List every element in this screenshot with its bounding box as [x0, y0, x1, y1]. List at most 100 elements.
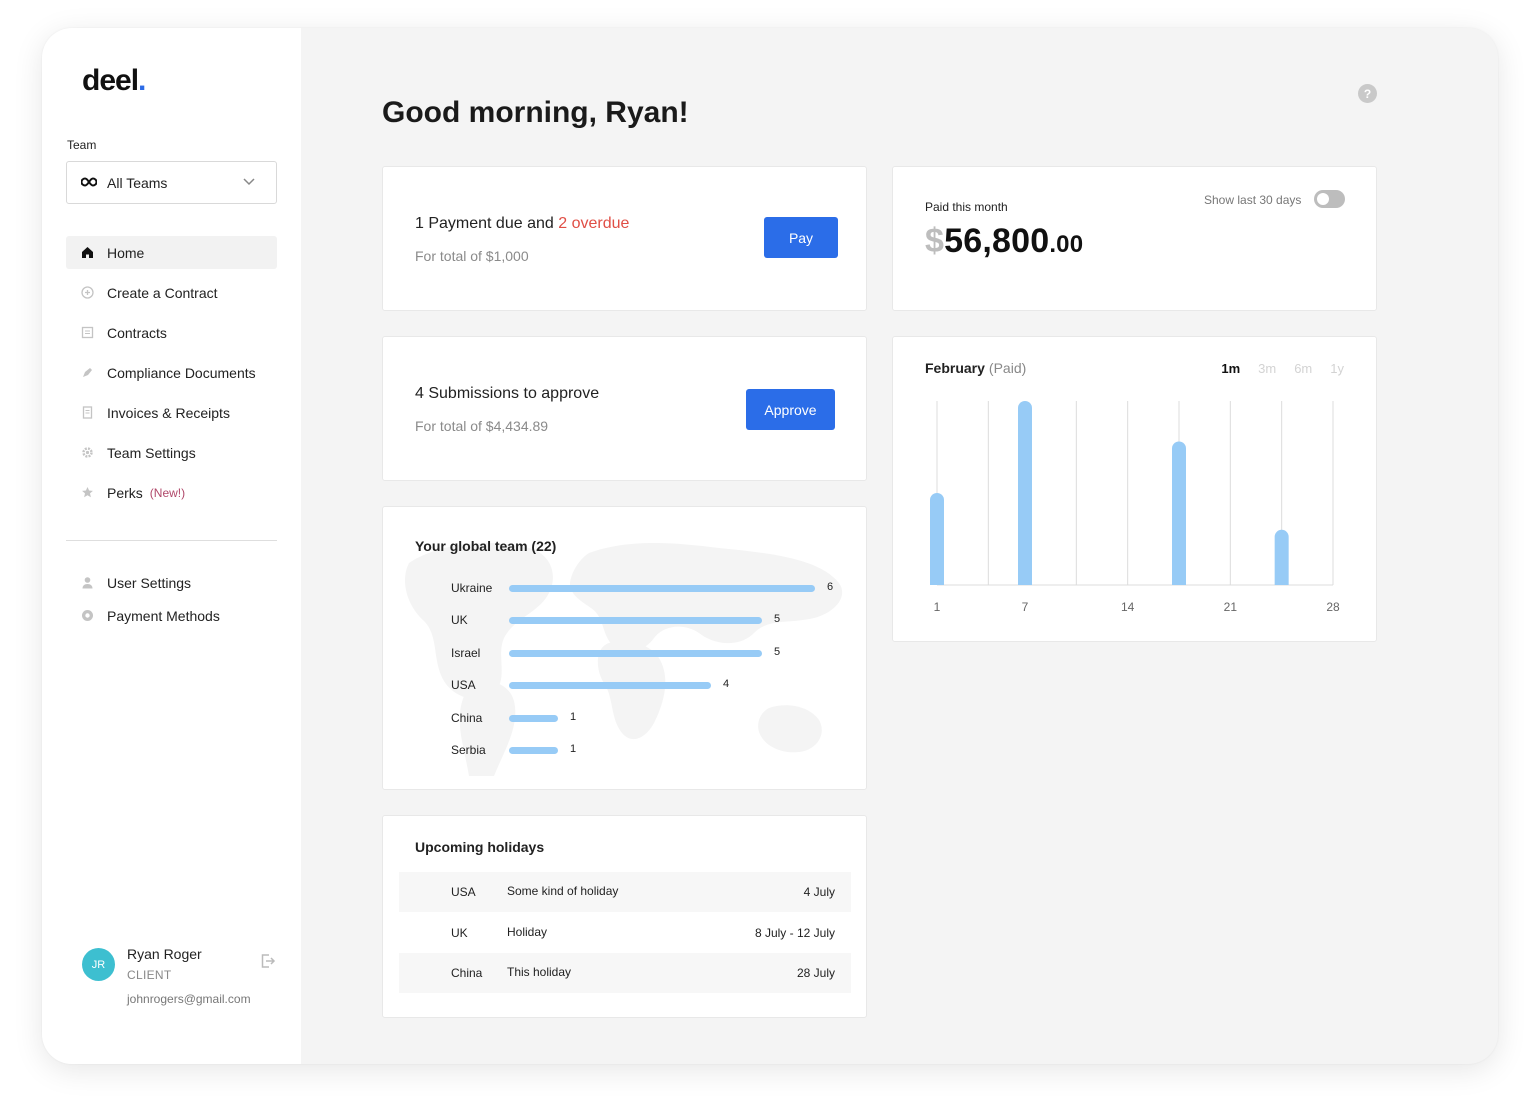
country-name: Ukraine: [451, 581, 493, 595]
nav-item-perks[interactable]: Perks (New!): [66, 476, 277, 509]
gear-icon: [81, 446, 107, 459]
country-bar: [509, 682, 711, 690]
country-count: 6: [827, 581, 834, 593]
holiday-row: USA Some kind of holiday 4 July: [399, 872, 851, 912]
avatar[interactable]: JR: [82, 948, 115, 981]
toggle-knob: [1317, 193, 1329, 205]
chart-bar[interactable]: [1018, 401, 1032, 585]
holiday-country: China: [451, 966, 483, 980]
show-last-30-days-toggle[interactable]: [1314, 190, 1345, 208]
country-name: Israel: [451, 645, 481, 660]
chart-x-tick-label: 21: [1224, 600, 1238, 614]
nav-item-contracts[interactable]: Contracts: [66, 316, 277, 349]
team-select[interactable]: All Teams: [66, 161, 277, 204]
country-count: 4: [723, 678, 730, 691]
holiday-row: China This holiday 28 July: [399, 953, 851, 993]
country-name: USA: [451, 678, 476, 693]
team-label: Team: [67, 138, 97, 152]
holidays-card: Upcoming holidays USA Some kind of holida…: [382, 815, 867, 1018]
holiday-country: UK: [451, 925, 468, 940]
country-bar: [509, 585, 815, 592]
holiday-name: Holiday: [507, 924, 548, 939]
paid-label: Paid this month: [925, 200, 1008, 214]
paid-amount: $56,800.00: [925, 222, 1083, 261]
nav-item-compliance-documents[interactable]: Compliance Documents: [66, 356, 277, 389]
user-name: Ryan Roger: [127, 946, 202, 962]
country-bar: [509, 714, 558, 722]
contract-icon: [81, 326, 107, 339]
payment-due-title: 1 Payment due and 2 overdue: [415, 215, 629, 233]
country-count: 5: [774, 613, 781, 626]
chevron-down-icon: [242, 174, 256, 188]
chart-bar[interactable]: [1274, 529, 1289, 585]
nav-item-label: Home: [107, 244, 145, 261]
amount-cents: .00: [1049, 231, 1084, 258]
holiday-date: 28 July: [796, 966, 835, 980]
holidays-title: Upcoming holidays: [415, 839, 545, 855]
team-select-value: All Teams: [107, 174, 168, 191]
approve-button[interactable]: Approve: [746, 389, 835, 430]
help-icon[interactable]: ?: [1358, 84, 1377, 103]
plus-circle-icon: [81, 286, 107, 299]
chart-x-tick-label: 1: [934, 600, 941, 614]
chart-bar[interactable]: [930, 493, 944, 585]
country-bar: [509, 747, 558, 754]
country-name: UK: [451, 613, 468, 628]
home-icon: [81, 246, 107, 259]
country-bar: [509, 617, 762, 625]
logout-icon[interactable]: [260, 953, 276, 974]
chart-bar[interactable]: [1172, 441, 1186, 585]
country-name: Serbia: [451, 743, 486, 757]
payments-bar-chart: 1 7 14 21 28: [930, 401, 1340, 614]
chart-x-tick-label: 28: [1326, 600, 1340, 614]
holiday-name: This holiday: [507, 965, 572, 979]
pay-button[interactable]: Pay: [764, 217, 838, 258]
user-email: johnrogers@gmail.com: [127, 992, 251, 1006]
global-team-title: Your global team (22): [415, 538, 557, 554]
holiday-row: UK Holiday 8 July - 12 July: [399, 913, 851, 953]
sidebar-divider: [66, 540, 277, 541]
holiday-country: USA: [451, 885, 476, 899]
star-icon: [81, 486, 107, 499]
nav-item-label: Contracts: [107, 324, 167, 341]
paid-this-month-card: Paid this month $56,800.00 Show last 30 …: [892, 166, 1377, 311]
nav-item-label: Compliance Documents: [107, 364, 256, 381]
invoice-icon: [81, 406, 107, 419]
submissions-title: 4 Submissions to approve: [415, 385, 600, 402]
global-team-card: Your global team (22) Ukraine 6 UK 5 Israel 5…: [382, 506, 867, 790]
country-bar: [509, 649, 762, 657]
nav-item-label: Create a Contract: [107, 284, 218, 301]
country-count: 1: [570, 743, 577, 755]
payment-due-card: 1 Payment due and 2 overdue For total of…: [382, 166, 867, 311]
nav-item-label: Payment Methods: [107, 607, 220, 624]
nav-item-home[interactable]: Home: [66, 236, 277, 269]
chart-x-tick-label: 7: [1022, 600, 1029, 614]
nav-item-payment-methods[interactable]: Payment Methods: [66, 599, 277, 632]
payment-icon: [81, 609, 107, 622]
nav-item-label: User Settings: [107, 574, 192, 591]
user-role: CLIENT: [127, 968, 172, 982]
nav-item-create-contract[interactable]: Create a Contract: [66, 276, 277, 309]
payment-total: For total of $1,000: [415, 248, 529, 264]
nav-item-user-settings[interactable]: User Settings: [66, 566, 277, 599]
deel-logo[interactable]: deel.: [82, 64, 146, 98]
nav-item-label: Invoices & Receipts: [107, 404, 230, 421]
app-frame: deel. Team All Teams Home Create a Contr…: [42, 28, 1498, 1064]
sidebar: deel. Team All Teams Home Create a Contr…: [42, 28, 301, 1064]
overdue-text[interactable]: 2 overdue: [558, 215, 629, 232]
nav-item-label: Team Settings: [107, 444, 196, 461]
amount-value: 56,800: [944, 222, 1050, 260]
payments-chart-card: February (Paid) 1m 3m 6m 1y 1 7 14 21 28: [892, 336, 1377, 642]
new-badge: (New!): [149, 485, 186, 500]
holiday-name: Some kind of holiday: [507, 884, 619, 898]
currency-symbol: $: [925, 222, 945, 260]
user-profile: JR Ryan Roger CLIENT johnrogers@gmail.co…: [82, 943, 282, 1013]
user-icon: [81, 576, 107, 589]
chart-x-tick-label: 14: [1121, 600, 1135, 614]
page-title: Good morning, Ryan!: [382, 96, 689, 129]
submissions-card: 4 Submissions to approve For total of $4…: [382, 336, 867, 481]
nav-item-invoices-receipts[interactable]: Invoices & Receipts: [66, 396, 277, 429]
country-name: China: [451, 710, 483, 725]
country-count: 5: [774, 645, 781, 658]
nav-item-team-settings[interactable]: Team Settings: [66, 436, 277, 469]
